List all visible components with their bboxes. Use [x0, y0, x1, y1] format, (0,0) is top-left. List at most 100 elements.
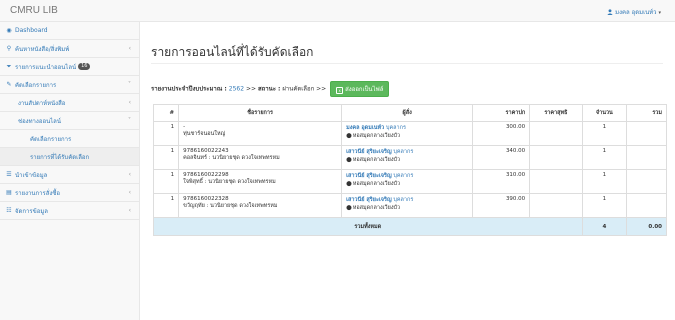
orderer-cell: เสาวนีย์ สุริยะเจริญ บุคลากร ⬤หอสมุดกลาง…: [341, 169, 474, 194]
quantity-cell: 1: [581, 121, 628, 146]
table-row: 1 9786160022298 ใจพิสุทธิ์ : นวนิยายชุด …: [152, 169, 667, 194]
column-header-title: ชื่อรายการ: [178, 104, 343, 122]
net-price-cell: [529, 169, 583, 194]
column-header-net-price: ราคาสุทธิ: [529, 104, 583, 122]
orderer-name[interactable]: เสาวนีย์ สุริยะเจริญ: [346, 149, 392, 155]
filter-label: รายงานประจำปีงบประมาณ :: [151, 85, 227, 93]
orderer-cell: เสาวนีย์ สุริยะเจริญ บุคลากร ⬤หอสมุดกลาง…: [341, 193, 474, 218]
chevron-left-icon: ‹: [128, 189, 131, 196]
column-header-price: ราคาปก: [472, 104, 531, 122]
chevron-left-icon: ‹: [128, 207, 131, 214]
item-title: ทุ่นชาร์จนอนใหญ่: [183, 131, 226, 137]
total-quantity: 4: [581, 217, 628, 236]
orderer-location: หอสมุดกลางเวียงบัว: [352, 157, 401, 163]
chevron-left-icon: ‹: [128, 45, 131, 52]
sidebar: ◉ Dashboard ⚲ ค้นหาหนังสือ/สิ่งพิมพ์ ‹ ⏷…: [0, 22, 140, 320]
app-brand[interactable]: CMRU LIB: [10, 5, 58, 16]
sidebar-item-label: รายการที่ได้รับคัดเลือก: [30, 153, 90, 161]
selected-items-table: # ชื่อรายการ ผู้สั่ง ราคาปก ราคาสุทธิ จำ…: [152, 104, 667, 236]
row-index: 1: [152, 193, 180, 218]
row-index: 1: [152, 169, 180, 194]
edit-icon: ✎: [6, 81, 12, 88]
item-cell: 9786160022328 ขวัญฤทัย : นวนิยายชุด ดวงใ…: [178, 193, 343, 218]
sidebar-item-label: ค้นหาหนังสือ/สิ่งพิมพ์: [15, 45, 70, 53]
sidebar-item-label: คัดเลือกรายการ: [15, 81, 57, 89]
orderer-cell: เสาวนีย์ สุริยะเจริญ บุคลากร ⬤หอสมุดกลาง…: [341, 145, 474, 170]
sidebar-item-online-recommend[interactable]: ⏷ รายการแนะนำออนไลน์ 16: [0, 58, 139, 76]
item-title: ใจพิสุทธิ์ : นวนิยายชุด ดวงใจเทพทรหม: [183, 179, 276, 185]
price-cell: 340.00: [472, 145, 531, 170]
filter-status-label: สถานะ :: [257, 85, 281, 93]
orderer-name[interactable]: เสาวนีย์ สุริยะเจริญ: [346, 173, 392, 179]
settings-icon: ☷: [6, 207, 12, 214]
orderer-role: บุคลากร: [385, 125, 406, 131]
column-header-quantity: จำนวน: [581, 104, 628, 122]
sidebar-item-online-channel[interactable]: ช่องทางออนไลน์ ˅: [0, 112, 139, 130]
orderer-cell: มงคล อุดมเนท์ว บุคลากร ⬤หอสมุดกลางเวียงบ…: [341, 121, 474, 146]
count-badge: 16: [78, 63, 91, 70]
orderer-role: บุคลากร: [393, 197, 414, 203]
item-title: ขวัญฤทัย : นวนิยายชุด ดวงใจเทพทรหม: [183, 203, 278, 209]
filter-summary: รายงานประจำปีงบประมาณ : 2562 >> สถานะ : …: [151, 81, 390, 97]
row-index: 1: [152, 121, 180, 146]
sum-cell: [626, 169, 667, 194]
sidebar-item-search[interactable]: ⚲ ค้นหาหนังสือ/สิ่งพิมพ์ ‹: [0, 40, 139, 58]
sidebar-item-dashboard[interactable]: ◉ Dashboard: [0, 22, 139, 40]
orderer-location: หอสมุดกลางเวียงบัว: [352, 181, 401, 187]
excel-icon: x: [336, 87, 344, 94]
top-navbar: CMRU LIB มงคล อุดมเนท์ว ▾: [0, 0, 675, 22]
sum-cell: [626, 193, 667, 218]
price-cell: 390.00: [472, 193, 531, 218]
table-header-row: # ชื่อรายการ ผู้สั่ง ราคาปก ราคาสุทธิ จำ…: [152, 104, 667, 122]
sidebar-item-select-items[interactable]: คัดเลือกรายการ: [0, 130, 139, 148]
filter-separator: >>: [245, 85, 257, 93]
table-row: 1 - ทุ่นชาร์จนอนใหญ่ มงคล อุดมเนท์ว บุคล…: [152, 121, 667, 146]
orderer-role: บุคลากร: [393, 149, 414, 155]
total-row: รวมทั้งหมด 4 0.00: [153, 217, 667, 236]
item-title: คอลจินทร์ : นวนิยายชุด ดวงใจเทพทรหม: [183, 155, 280, 161]
sidebar-item-order-report[interactable]: ▤ รายงานการสั่งซื้อ ‹: [0, 184, 139, 202]
map-marker-icon: ⬤: [346, 157, 352, 163]
sidebar-item-book-week[interactable]: งานสัปดาห์หนังสือ ‹: [0, 94, 139, 112]
orderer-name[interactable]: เสาวนีย์ สุริยะเจริญ: [346, 197, 392, 203]
net-price-cell: [529, 193, 583, 218]
quantity-cell: 1: [581, 193, 628, 218]
net-price-cell: [529, 145, 583, 170]
sidebar-item-import[interactable]: ☰ นำเข้าข้อมูล ‹: [0, 166, 139, 184]
orderer-location: หอสมุดกลางเวียงบัว: [352, 205, 401, 211]
map-marker-icon: ⬤: [346, 181, 352, 187]
column-header-orderer: ผู้สั่ง: [341, 104, 474, 122]
column-header-index: #: [152, 104, 180, 122]
filter-icon: ⏷: [6, 62, 12, 70]
sidebar-item-selection[interactable]: ✎ คัดเลือกรายการ ˅: [0, 76, 139, 94]
sidebar-item-label: Dashboard: [15, 27, 48, 34]
table-row: 1 9786160022328 ขวัญฤทัย : นวนิยายชุด ดว…: [152, 193, 667, 218]
filter-year[interactable]: 2562: [229, 86, 244, 93]
search-icon: ⚲: [6, 45, 12, 52]
item-cell: - ทุ่นชาร์จนอนใหญ่: [178, 121, 343, 146]
table-row: 1 9786160022243 คอลจินทร์ : นวนิยายชุด ด…: [152, 145, 667, 170]
total-label: รวมทั้งหมด: [153, 217, 583, 236]
chevron-down-icon: ˅: [128, 81, 131, 88]
user-menu[interactable]: มงคล อุดมเนท์ว ▾: [607, 7, 661, 17]
sidebar-item-label: รายงานการสั่งซื้อ: [15, 189, 60, 197]
net-price-cell: [529, 121, 583, 146]
chevron-down-icon: ˅: [128, 117, 131, 124]
caret-down-icon: ▾: [658, 10, 661, 16]
orderer-name[interactable]: มงคล อุดมเนท์ว: [346, 125, 384, 131]
price-cell: 300.00: [472, 121, 531, 146]
orderer-role: บุคลากร: [393, 173, 414, 179]
item-cell: 9786160022243 คอลจินทร์ : นวนิยายชุด ดวง…: [178, 145, 343, 170]
sum-cell: [626, 145, 667, 170]
sidebar-item-label: รายการแนะนำออนไลน์: [15, 63, 77, 71]
quantity-cell: 1: [581, 169, 628, 194]
filter-separator: >>: [316, 85, 327, 93]
export-file-button[interactable]: x ส่งออกเป็นไฟล์: [330, 81, 390, 97]
sidebar-item-label: นำเข้าข้อมูล: [15, 171, 48, 179]
sidebar-item-label: จัดการข้อมูล: [15, 207, 48, 215]
sidebar-item-manage-data[interactable]: ☷ จัดการข้อมูล ‹: [0, 202, 139, 220]
sidebar-item-selected-items[interactable]: รายการที่ได้รับคัดเลือก: [0, 148, 139, 166]
column-header-total: รวม: [626, 104, 667, 122]
price-cell: 310.00: [472, 169, 531, 194]
orderer-location: หอสมุดกลางเวียงบัว: [352, 133, 401, 139]
